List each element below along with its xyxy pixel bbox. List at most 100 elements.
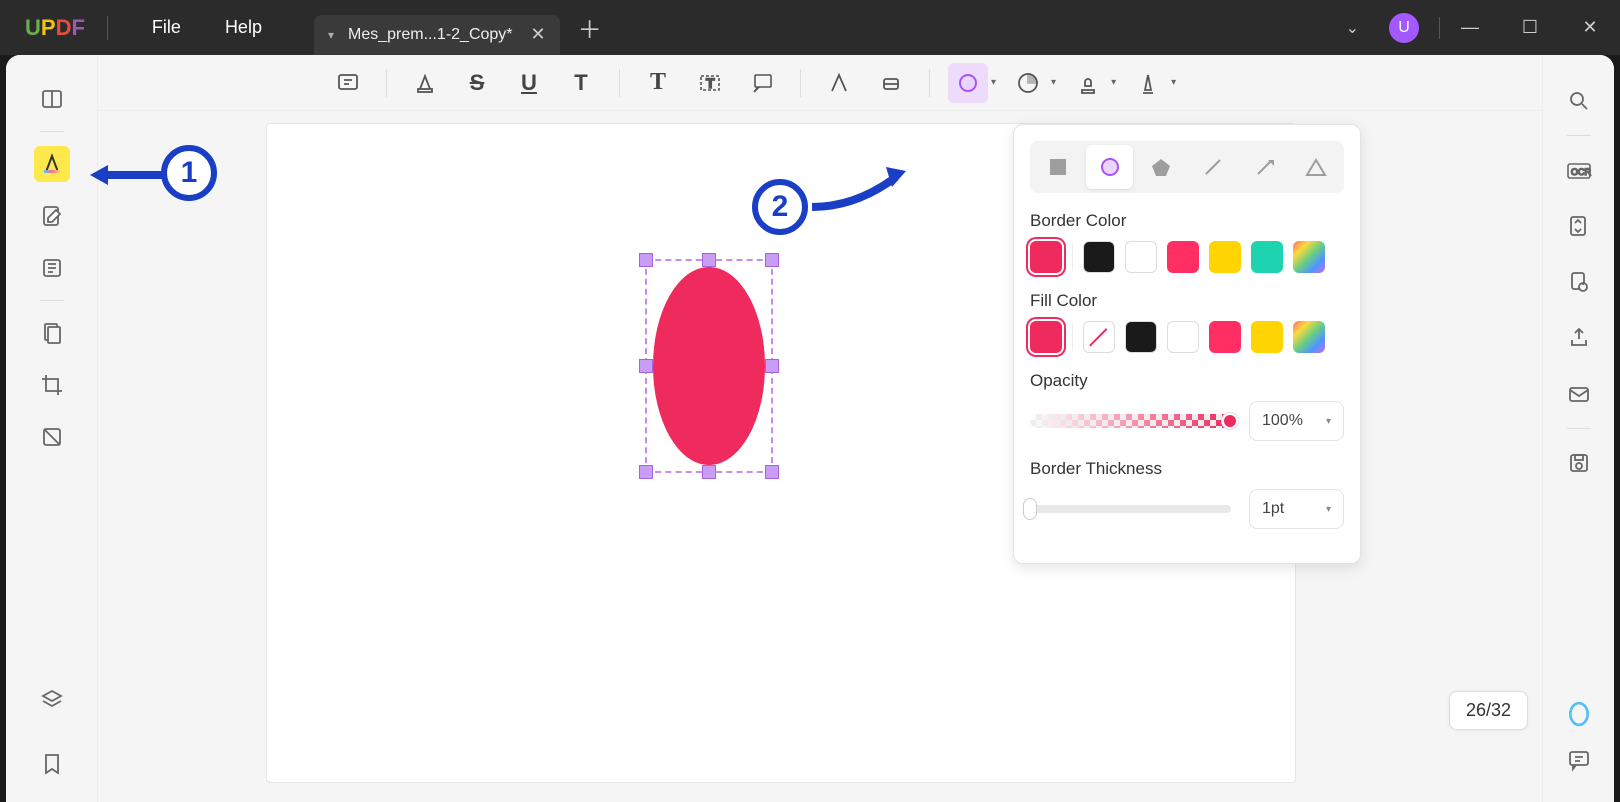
layers-icon[interactable]	[34, 682, 70, 718]
search-icon[interactable]	[1561, 83, 1597, 119]
redact-icon[interactable]	[34, 419, 70, 455]
fill-color-label: Fill Color	[1030, 291, 1344, 311]
close-window-button[interactable]: ✕	[1560, 0, 1620, 55]
page-counter[interactable]: 26/32	[1449, 691, 1528, 730]
border-color-swatch-red[interactable]	[1167, 241, 1199, 273]
strikethrough-icon[interactable]: S	[457, 63, 497, 103]
left-sidebar	[6, 55, 98, 802]
pencil-icon[interactable]	[819, 63, 859, 103]
resize-handle-sw[interactable]	[639, 465, 653, 479]
shape-properties-popover: Border Color Fill Color	[1013, 124, 1361, 564]
text-tool-icon[interactable]: T	[638, 63, 678, 103]
polygon-tab[interactable]	[1137, 145, 1185, 189]
oval-shape[interactable]	[653, 267, 765, 465]
title-bar: UPDF File Help ▾ Mes_prem...1-2_Copy* ✕ …	[0, 0, 1620, 55]
stamp-icon[interactable]	[1068, 63, 1108, 103]
app-logo: UPDF	[25, 15, 85, 41]
opacity-thumb[interactable]	[1222, 413, 1238, 429]
textbox-icon[interactable]: T	[690, 63, 730, 103]
shape-type-tabs	[1030, 141, 1344, 193]
border-color-swatch-selected[interactable]	[1030, 241, 1062, 273]
arrow-tab[interactable]	[1241, 145, 1289, 189]
minimize-button[interactable]: —	[1440, 0, 1500, 55]
sticky-note-icon[interactable]	[328, 63, 368, 103]
rectangle-tab[interactable]	[1034, 145, 1082, 189]
border-color-swatch-yellow[interactable]	[1209, 241, 1241, 273]
bookmark-icon[interactable]	[34, 746, 70, 782]
ocr-icon[interactable]: OCR	[1561, 152, 1597, 188]
shape-tool-icon[interactable]	[948, 63, 988, 103]
right-sidebar: OCR	[1542, 55, 1614, 802]
menu-file[interactable]: File	[130, 17, 203, 38]
eraser-icon[interactable]	[871, 63, 911, 103]
squiggly-icon[interactable]: T	[561, 63, 601, 103]
account-chevron-icon[interactable]: ⌄	[1346, 18, 1359, 38]
resize-handle-nw[interactable]	[639, 253, 653, 267]
svg-text:T: T	[706, 75, 715, 91]
maximize-button[interactable]: ☐	[1500, 0, 1560, 55]
oval-tab[interactable]	[1086, 145, 1134, 189]
reader-mode-icon[interactable]	[34, 81, 70, 117]
opacity-value-dropdown[interactable]: 100%▾	[1249, 401, 1344, 441]
comment-tool-icon[interactable]	[34, 146, 70, 182]
line-tab[interactable]	[1189, 145, 1237, 189]
protect-icon[interactable]	[1561, 264, 1597, 300]
crop-icon[interactable]	[34, 367, 70, 403]
thickness-slider[interactable]	[1030, 505, 1231, 513]
selection-box[interactable]	[645, 259, 773, 473]
comments-panel-icon[interactable]	[1561, 742, 1597, 778]
fill-color-swatch-yellow[interactable]	[1251, 321, 1283, 353]
fill-color-swatch-black[interactable]	[1125, 321, 1157, 353]
share-icon[interactable]	[1561, 320, 1597, 356]
resize-handle-se[interactable]	[765, 465, 779, 479]
opacity-label: Opacity	[1030, 371, 1344, 391]
menu-help[interactable]: Help	[203, 17, 284, 38]
border-color-swatch-black[interactable]	[1083, 241, 1115, 273]
fill-color-swatch-selected[interactable]	[1030, 321, 1062, 353]
border-color-swatch-white[interactable]	[1125, 241, 1157, 273]
stamp-caret-icon[interactable]: ▾	[1111, 77, 1116, 88]
fill-color-swatch-none[interactable]	[1083, 321, 1115, 353]
tab-title: Mes_prem...1-2_Copy*	[348, 26, 513, 44]
close-tab-icon[interactable]: ✕	[531, 24, 546, 45]
user-avatar[interactable]: U	[1389, 13, 1419, 43]
annotation-toolbar: S U T T T ▾ ▾ ▾ ▾	[98, 55, 1542, 111]
email-icon[interactable]	[1561, 376, 1597, 412]
convert-icon[interactable]	[1561, 208, 1597, 244]
thickness-thumb[interactable]	[1023, 498, 1037, 520]
fill-color-custom[interactable]	[1293, 321, 1325, 353]
border-color-swatches	[1030, 241, 1344, 273]
sticker-caret-icon[interactable]: ▾	[1051, 77, 1056, 88]
document-tab[interactable]: ▾ Mes_prem...1-2_Copy* ✕	[314, 15, 560, 55]
fill-color-swatches	[1030, 321, 1344, 353]
save-icon[interactable]	[1561, 445, 1597, 481]
border-color-custom[interactable]	[1293, 241, 1325, 273]
resize-handle-e[interactable]	[765, 359, 779, 373]
resize-handle-ne[interactable]	[765, 253, 779, 267]
tab-chevron-icon[interactable]: ▾	[328, 28, 334, 42]
resize-handle-s[interactable]	[702, 465, 716, 479]
new-tab-button[interactable]: ＋	[578, 10, 602, 45]
resize-handle-w[interactable]	[639, 359, 653, 373]
edit-pdf-icon[interactable]	[34, 198, 70, 234]
fill-color-swatch-white[interactable]	[1167, 321, 1199, 353]
triangle-tab[interactable]	[1292, 145, 1340, 189]
sticker-icon[interactable]	[1008, 63, 1048, 103]
callout-icon[interactable]	[742, 63, 782, 103]
organize-pages-icon[interactable]	[34, 250, 70, 286]
shape-caret-icon[interactable]: ▾	[991, 77, 996, 88]
signature-icon[interactable]	[1128, 63, 1168, 103]
thickness-value-dropdown[interactable]: 1pt▾	[1249, 489, 1344, 529]
page-tools-icon[interactable]	[34, 315, 70, 351]
underline-icon[interactable]: U	[509, 63, 549, 103]
ai-icon[interactable]	[1561, 696, 1597, 732]
resize-handle-n[interactable]	[702, 253, 716, 267]
opacity-slider[interactable]	[1030, 414, 1231, 428]
main-area: S U T T T ▾ ▾ ▾ ▾	[6, 55, 1614, 802]
fill-color-swatch-red[interactable]	[1209, 321, 1241, 353]
annotation-badge-1: 1	[161, 145, 217, 201]
highlight-icon[interactable]	[405, 63, 445, 103]
border-color-swatch-teal[interactable]	[1251, 241, 1283, 273]
signature-caret-icon[interactable]: ▾	[1171, 77, 1176, 88]
annotation-arrow-2	[806, 165, 916, 225]
